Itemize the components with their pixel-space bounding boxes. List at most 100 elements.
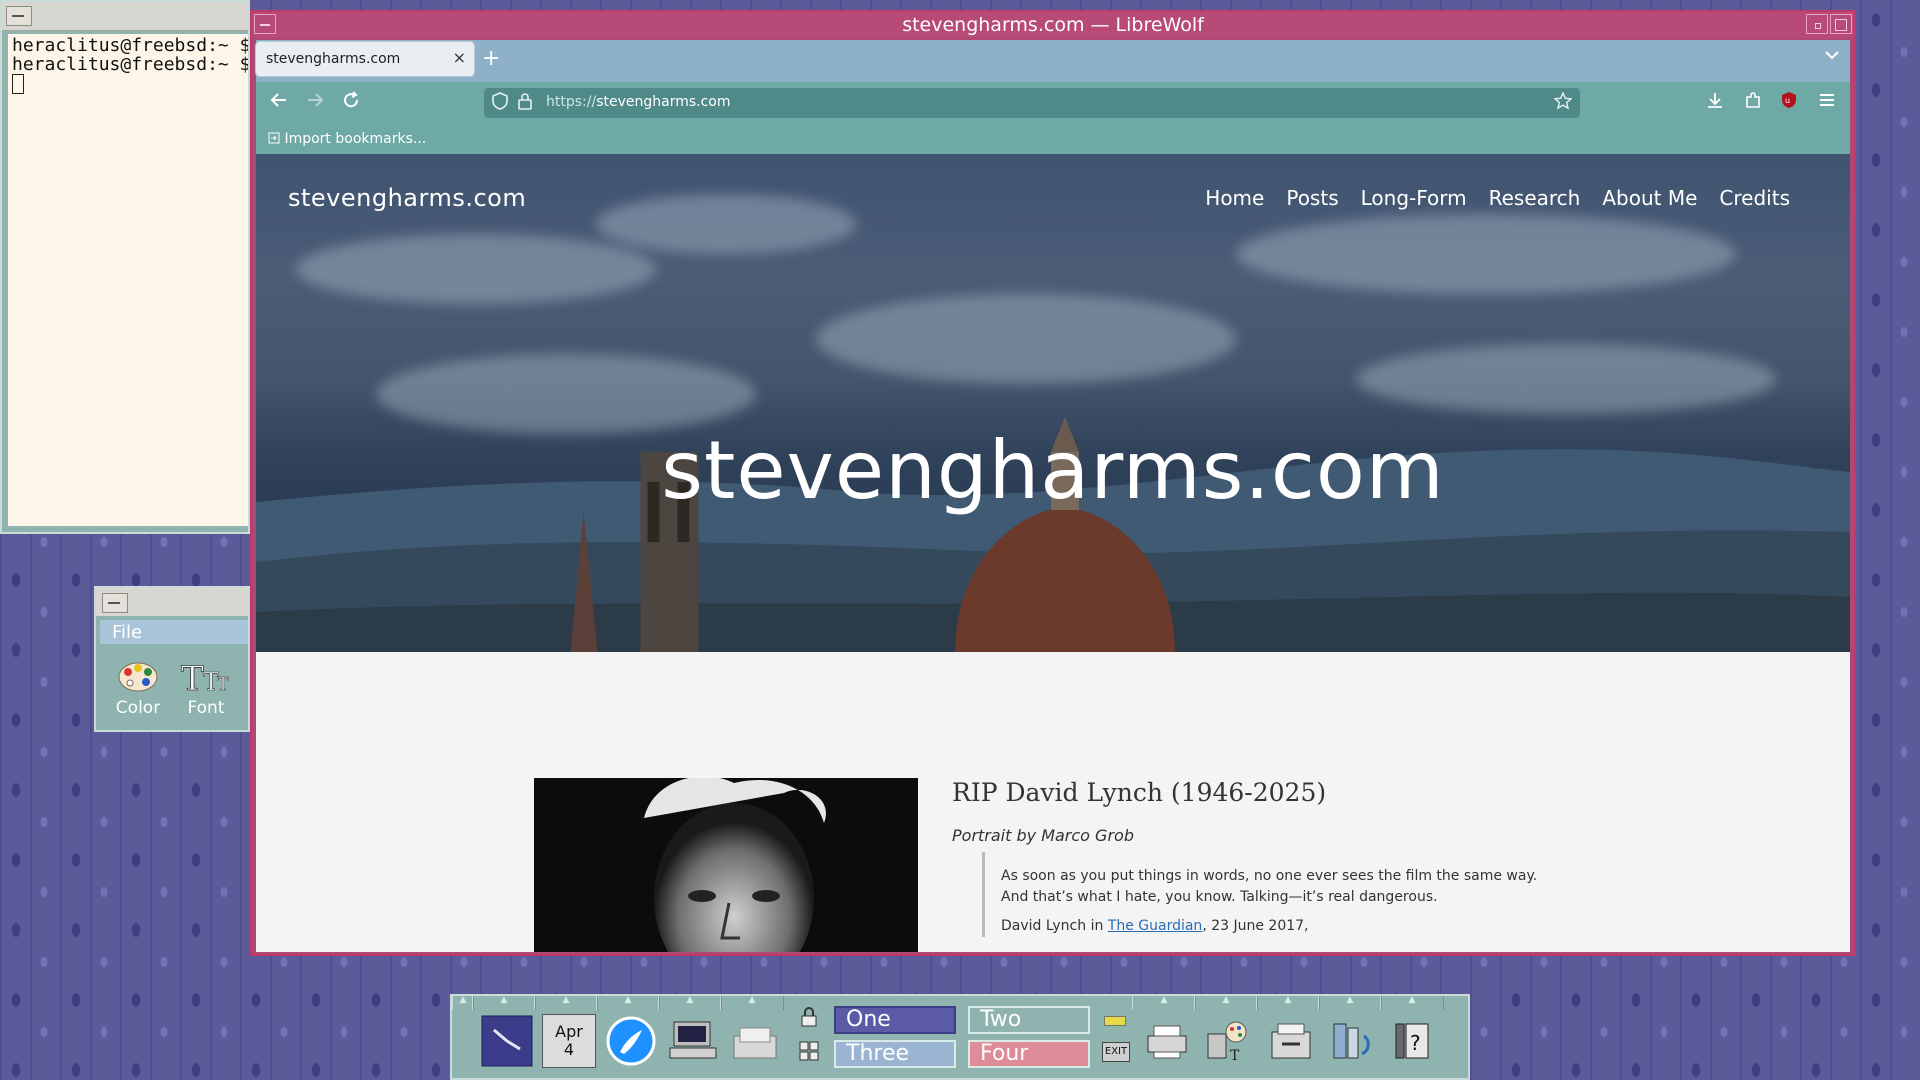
printer-icon[interactable] (1140, 1014, 1194, 1068)
subpanel-arrow[interactable] (472, 996, 536, 1010)
font-button[interactable]: T T T Font (174, 658, 238, 718)
hero-title: stevengharms.com (661, 424, 1445, 517)
workspace-three-button[interactable]: Three (834, 1040, 956, 1068)
post-blockquote: As soon as you put things in words, no o… (982, 852, 1561, 937)
url-text[interactable]: https://stevengharms.com (546, 94, 731, 110)
svg-text:T: T (217, 674, 229, 695)
forward-arrow-icon[interactable] (306, 90, 324, 114)
terminal-window: heraclitus@freebsd:~ $ heraclitus@freebs… (0, 0, 250, 534)
new-tab-button[interactable]: + (482, 46, 500, 71)
front-panel: Apr 4 One Two Three Four EXIT T (450, 994, 1470, 1080)
workspace-one-button[interactable]: One (834, 1006, 956, 1034)
terminal-output[interactable]: heraclitus@freebsd:~ $ heraclitus@freebs… (8, 34, 248, 526)
url-scheme: https:// (546, 94, 597, 110)
svg-text:u: u (1785, 96, 1790, 105)
nav-posts[interactable]: Posts (1286, 186, 1338, 210)
extensions-puzzle-icon[interactable] (1744, 90, 1762, 114)
guardian-link[interactable]: The Guardian (1108, 918, 1203, 934)
style-manager-icon[interactable]: T (1202, 1014, 1256, 1068)
quote-text: As soon as you put things in words, no o… (1001, 868, 1538, 905)
tab-label: stevengharms.com (266, 51, 401, 67)
browser-titlebar[interactable]: stevengharms.com — LibreWolf (252, 12, 1854, 38)
url-host: stevengharms.com (596, 94, 731, 110)
terminal-line: heraclitus@freebsd:~ $ (12, 54, 248, 75)
clock-icon[interactable] (480, 1014, 534, 1068)
site-nav: Home Posts Long-Form Research About Me C… (1205, 186, 1790, 210)
subpanel-arrow[interactable] (1194, 996, 1258, 1010)
svg-text:T: T (181, 659, 204, 696)
page-viewport[interactable]: stevengharms.com Home Posts Long-Form Re… (256, 154, 1850, 952)
ublock-origin-icon[interactable]: u (1780, 90, 1798, 114)
calendar-month: Apr (555, 1022, 583, 1041)
palette-icon (118, 662, 158, 692)
minimize-button[interactable] (1806, 14, 1828, 34)
librewolf-icon[interactable] (604, 1014, 658, 1068)
nav-credits[interactable]: Credits (1719, 186, 1790, 210)
help-manager-icon[interactable]: ? (1388, 1014, 1442, 1068)
subpanel-arrow[interactable] (658, 996, 722, 1010)
bookmark-star-icon[interactable] (1553, 91, 1573, 114)
downloads-icon[interactable] (1706, 90, 1724, 114)
terminal-line: heraclitus@freebsd:~ $ (12, 35, 248, 56)
workspace-grid-icon[interactable] (798, 1040, 820, 1062)
terminal-titlebar[interactable] (2, 2, 248, 31)
window-title: stevengharms.com — LibreWolf (902, 14, 1204, 36)
maximize-button[interactable] (1830, 14, 1852, 34)
subpanel-arrow[interactable] (1380, 996, 1444, 1010)
nav-about-me[interactable]: About Me (1602, 186, 1697, 210)
site-brand[interactable]: stevengharms.com (288, 184, 526, 212)
close-tab-icon[interactable]: × (453, 48, 466, 67)
subpanel-arrow[interactable] (534, 996, 598, 1010)
subpanel-arrow[interactable] (1318, 996, 1382, 1010)
workspace-two-button[interactable]: Two (968, 1006, 1090, 1034)
window-menu-button[interactable] (6, 6, 32, 26)
post-portrait-image[interactable] (534, 778, 918, 952)
nav-home[interactable]: Home (1205, 186, 1264, 210)
style-manager-window: File Color T T T Font (94, 586, 250, 732)
lock-icon[interactable] (518, 92, 532, 114)
subpanel-arrow[interactable] (1256, 996, 1320, 1010)
citation-prefix: David Lynch in (1001, 918, 1108, 934)
subpanel-arrow[interactable] (1132, 996, 1196, 1010)
file-manager-icon[interactable] (1326, 1014, 1380, 1068)
tracking-protection-shield-icon[interactable] (492, 92, 508, 114)
back-arrow-icon[interactable] (270, 90, 288, 114)
color-button[interactable]: Color (106, 658, 170, 718)
terminal-cursor (12, 74, 24, 94)
window-menu-button[interactable] (102, 593, 128, 613)
mail-icon[interactable] (728, 1014, 782, 1068)
post-subtitle: Portrait by Marco Grob (952, 826, 1134, 845)
svg-text:?: ? (1410, 1031, 1421, 1055)
computer-icon[interactable] (666, 1014, 720, 1068)
exit-button[interactable]: EXIT (1102, 1042, 1130, 1062)
hero-banner: stevengharms.com Home Posts Long-Form Re… (256, 154, 1850, 652)
application-manager-icon[interactable] (1264, 1014, 1318, 1068)
style-manager-titlebar[interactable] (96, 588, 248, 616)
browser-window: stevengharms.com — LibreWolf stevengharm… (250, 10, 1856, 956)
nav-long-form[interactable]: Long-Form (1361, 186, 1467, 210)
tab-active[interactable]: stevengharms.com × (256, 42, 474, 76)
list-all-tabs-chevron-icon[interactable] (1824, 46, 1840, 65)
post-title[interactable]: RIP David Lynch (1946-2025) (952, 778, 1326, 807)
reload-icon[interactable] (342, 90, 360, 114)
busy-indicator (1104, 1016, 1126, 1026)
import-icon (268, 132, 280, 144)
color-label: Color (115, 698, 161, 718)
url-bar[interactable]: https://stevengharms.com (484, 88, 1580, 118)
import-bookmarks-button[interactable]: Import bookmarks... (268, 131, 426, 147)
subpanel-arrow[interactable] (720, 996, 784, 1010)
panel-handle[interactable] (452, 996, 474, 1010)
nav-research[interactable]: Research (1489, 186, 1581, 210)
calendar-day: 4 (563, 1040, 575, 1059)
workspace-four-button[interactable]: Four (968, 1040, 1090, 1068)
lock-screen-icon[interactable] (798, 1006, 820, 1028)
subpanel-arrow[interactable] (596, 996, 660, 1010)
bookmarks-toolbar: Import bookmarks... (256, 124, 1850, 154)
quote-citation: David Lynch in The Guardian, 23 June 201… (1001, 916, 1561, 937)
menu-file[interactable]: File (112, 622, 142, 643)
import-bookmarks-label: Import bookmarks... (284, 131, 427, 147)
svg-text:T: T (1230, 1048, 1240, 1064)
hamburger-menu-icon[interactable] (1818, 90, 1836, 114)
calendar-icon[interactable]: Apr 4 (542, 1014, 596, 1068)
tab-strip: stevengharms.com × + (256, 40, 1850, 82)
